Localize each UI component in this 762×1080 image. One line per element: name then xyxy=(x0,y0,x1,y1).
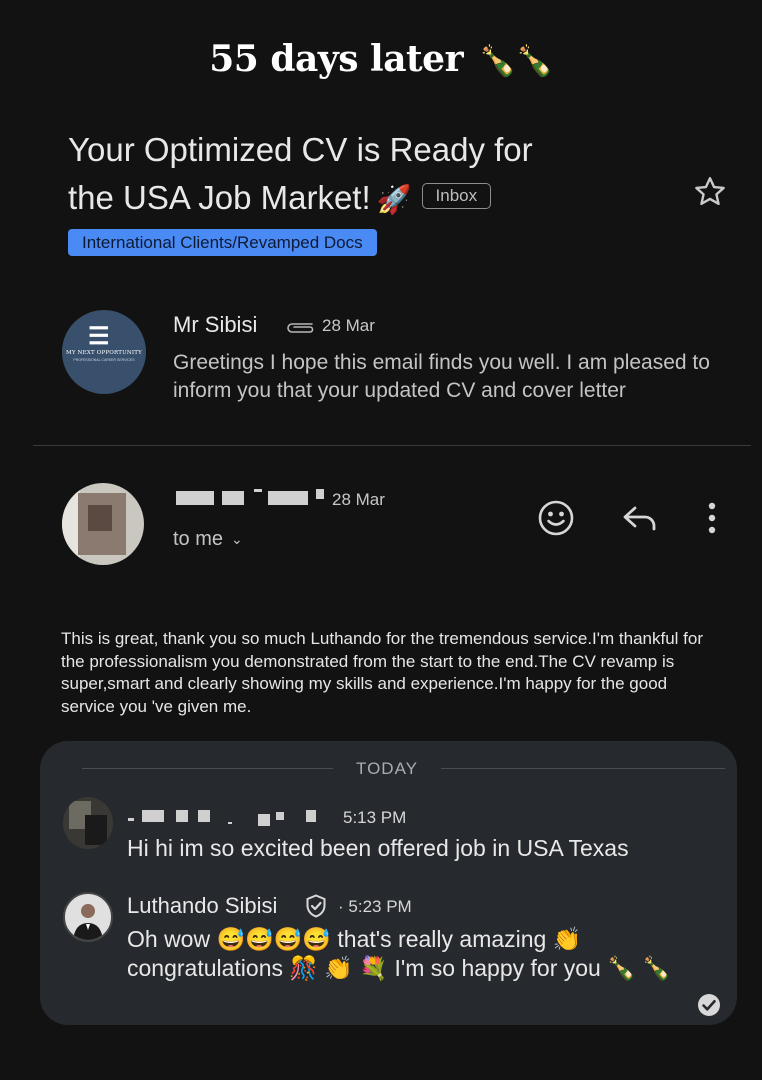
more-options-icon[interactable] xyxy=(700,500,724,536)
luthando-avatar[interactable] xyxy=(63,892,113,942)
recipient-text: to me xyxy=(173,528,224,550)
verified-badge-icon xyxy=(306,894,326,918)
emoji-reaction-icon[interactable] xyxy=(537,499,575,537)
attachment-icon xyxy=(287,323,314,333)
separator-line-right xyxy=(441,768,725,769)
email-subject: Your Optimized CV is Ready for the USA J… xyxy=(68,126,668,224)
inbox-badge[interactable]: Inbox xyxy=(421,183,492,210)
label-chip[interactable]: International Clients/Revamped Docs xyxy=(68,229,377,256)
chat-message-2[interactable]: Oh wow 😅😅😅😅 that's really amazing 👏 cong… xyxy=(127,925,687,983)
avatar-logo-subtext: PROFESSIONAL CAREER SERVICES xyxy=(73,358,135,362)
subject-line-2: the USA Job Market! 🚀 Inbox xyxy=(68,174,668,224)
message-snippet[interactable]: Greetings I hope this email finds you we… xyxy=(173,349,743,405)
person-icon xyxy=(73,904,103,940)
chat-sender-name[interactable]: Luthando Sibisi xyxy=(127,893,277,919)
sender-avatar[interactable]: ☰ MY NEXT OPPORTUNITY PROFESSIONAL CAREE… xyxy=(62,310,146,394)
redacted-chat-name xyxy=(128,808,328,826)
redacted-sender-name xyxy=(176,489,328,509)
reply-body: This is great, thank you so much Luthand… xyxy=(61,629,704,716)
logo-icon: ☰ xyxy=(88,323,110,350)
chevron-down-icon: ⌄ xyxy=(231,531,243,547)
star-icon[interactable] xyxy=(692,174,728,210)
divider xyxy=(33,445,751,446)
chat-time: 5:13 PM xyxy=(343,808,407,827)
reply-date: 28 Mar xyxy=(332,490,385,509)
champagne-emoji: 🍾🍾 xyxy=(479,44,553,79)
time-separator: · xyxy=(338,897,344,916)
reply-sender-avatar[interactable] xyxy=(62,483,144,565)
day-separator: TODAY xyxy=(356,759,418,778)
headline: 55 days later 🍾🍾 xyxy=(0,38,762,80)
chat-time-2: · 5:23 PM xyxy=(338,897,412,917)
subject-line-1: Your Optimized CV is Ready for xyxy=(68,131,533,168)
separator-line-left xyxy=(82,768,333,769)
headline-text: 55 days later xyxy=(209,38,464,80)
chat-message[interactable]: Hi hi im so excited been offered job in … xyxy=(127,835,629,862)
chat-user-avatar[interactable] xyxy=(63,797,113,849)
sender-name[interactable]: Mr Sibisi xyxy=(173,312,257,338)
chat-time-2-value: 5:23 PM xyxy=(348,897,412,916)
subject-line-2-text: the USA Job Market! xyxy=(68,179,371,216)
avatar-logo-text: MY NEXT OPPORTUNITY xyxy=(65,350,143,356)
rocket-emoji: 🚀 xyxy=(376,184,412,215)
message-date: 28 Mar xyxy=(322,316,375,335)
recipient-toggle[interactable]: to me ⌄ xyxy=(173,528,243,551)
read-receipt-icon xyxy=(698,994,720,1016)
reply-icon[interactable] xyxy=(621,503,659,533)
